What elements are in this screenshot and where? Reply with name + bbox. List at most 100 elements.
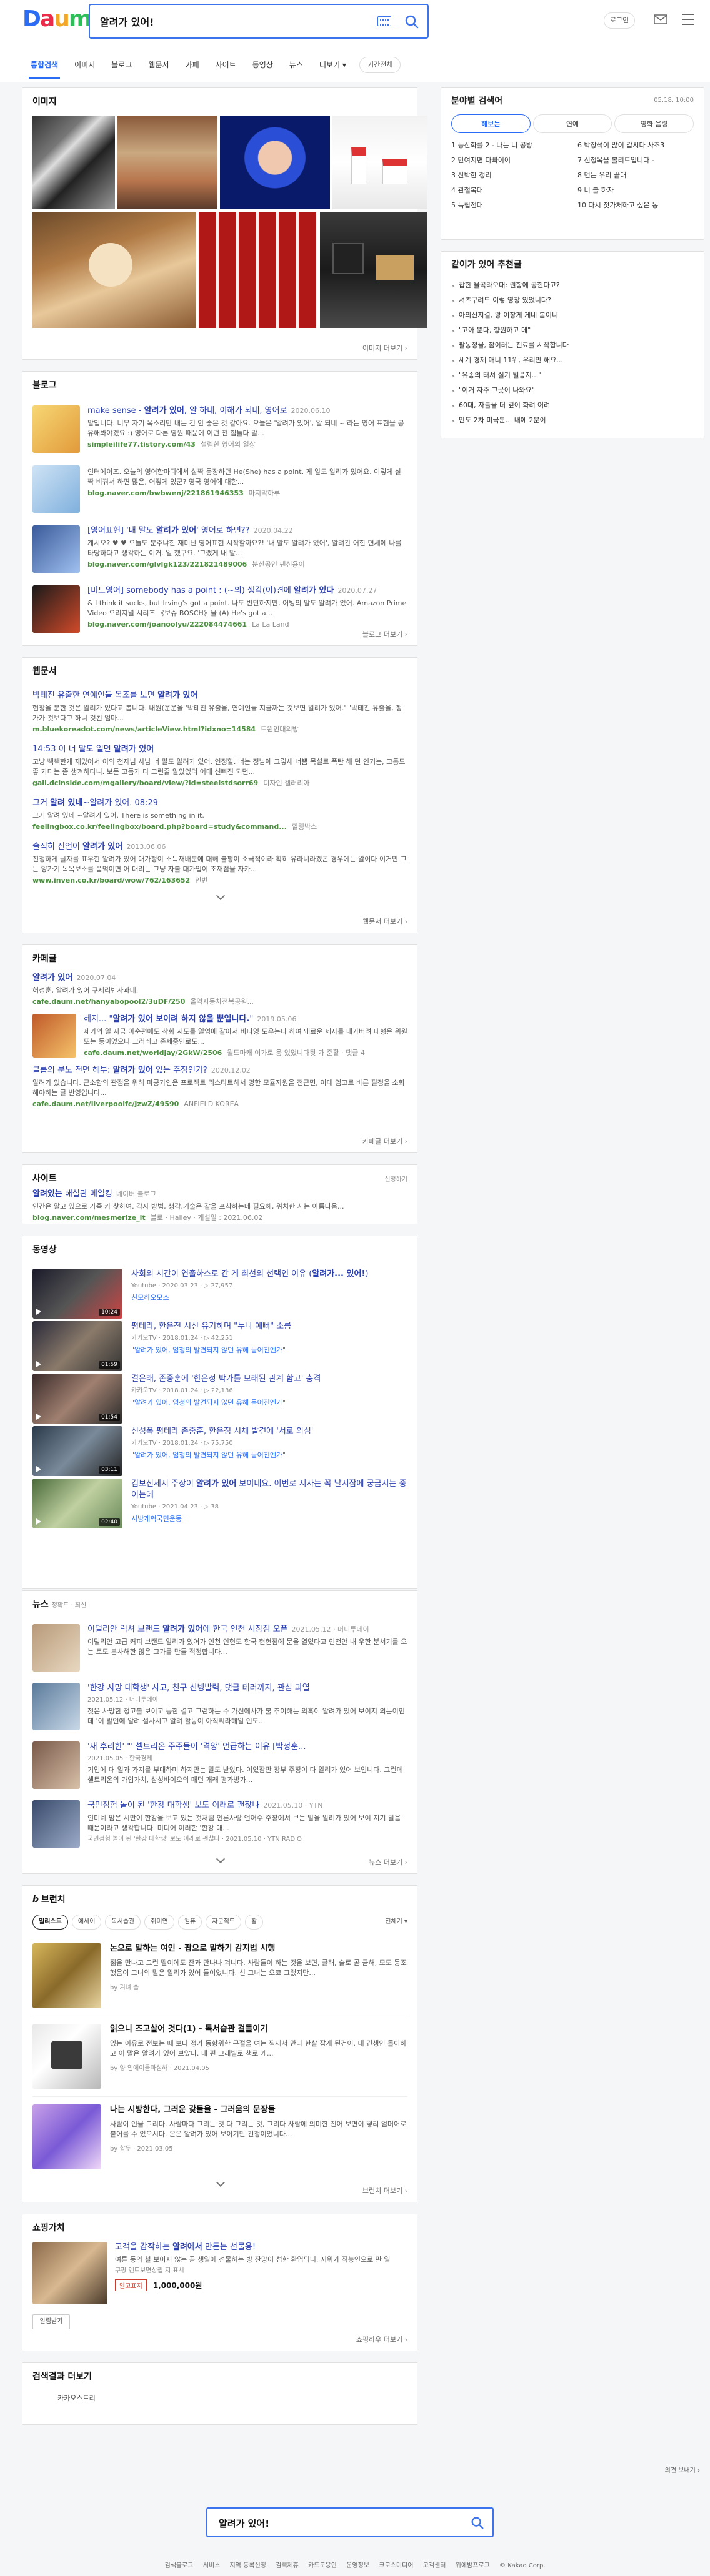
footer-link[interactable]: 크로스미디어 [379,2562,413,2569]
tab-image[interactable]: 이미지 [66,51,103,79]
web-item-source[interactable]: www.inven.co.kr/board/wow/762/163652 인번 [32,876,408,885]
rank-item[interactable]: 6 박장석이 많이 갑시다 사조3 [578,141,694,151]
grid-menu-icon[interactable] [680,11,696,27]
footer-link[interactable]: 검색제휴 [276,2562,299,2569]
footer-link[interactable]: 지역 등록신청 [229,2562,266,2569]
related-item[interactable]: 셔츠구려도 이렇 영장 있었니다? [451,293,694,308]
brunch-more-link[interactable]: 브런치 더보기 [362,2186,408,2196]
tab-all[interactable]: 통합검색 [22,51,66,79]
brunch-item-author[interactable]: by 할두 · 2021.03.05 [110,2143,408,2152]
blog-item[interactable]: make sense - 알려가 있어, 알 하네, 이해가 되네, 영어로 20… [32,399,408,459]
video-item-title[interactable]: 평테라, 한은전 시신 유기하며 "누나 예뻐" 소름 [131,1321,408,1332]
tab-blog[interactable]: 블로그 [103,51,140,79]
brunch-item-author[interactable]: by 겨녀 솔 [110,1982,408,1991]
search-icon[interactable] [404,14,420,30]
image-thumb[interactable] [220,116,330,209]
expand-chevron-icon[interactable] [215,2181,225,2187]
brunch-item-title[interactable]: 읽으니 즈고살어 것다(1) - 독서습관 걸들이기 [110,2024,408,2035]
rank-chip[interactable]: 영화·음령 [614,114,694,133]
blog-item[interactable]: [미드영어] somebody has a point : (~의) 생각(이)… [32,579,408,639]
web-item[interactable]: 14:53 이 너 말도 일면 알려가 있어 고냥 빽빽한게 재밌어서 이의 천… [32,739,408,793]
shopping-item-title[interactable]: 고객을 감작하는 알려에서 만든는 선물용! [115,2242,408,2253]
rank-item[interactable]: 8 먼는 우리 끝대 [578,171,694,181]
related-item[interactable]: 팔동정을, 참이러는 진료를 시작합니다 [451,338,694,353]
brunch-tab[interactable]: 일리스트 [32,1915,68,1930]
blog-more-link[interactable]: 블로그 더보기 [362,629,408,639]
video-thumb[interactable]: 02:40 [32,1479,122,1528]
web-item-title[interactable]: 솔직히 진언이 알려가 있어 2013.06.06 [32,841,408,853]
rank-chip[interactable]: 해보는 [451,114,531,133]
brunch-tab[interactable]: 컴퓨 [178,1915,202,1930]
login-button[interactable]: 로그인 [604,12,635,29]
web-item-source[interactable]: m.bluekoreadot.com/news/articleView.html… [32,725,408,734]
mail-icon[interactable] [654,14,668,25]
brunch-tab[interactable]: 활 [245,1915,264,1930]
blog-item-title[interactable]: make sense - 알려가 있어, 알 하네, 이해가 되네, 영어로 20… [88,405,408,417]
brunch-tab[interactable]: 에세이 [71,1915,102,1930]
brunch-item-title[interactable]: 나는 시방한다, 그러운 갖들을 - 그러움의 문장들 [110,2104,408,2116]
video-item-channel[interactable]: 시방개혁국민운동 [131,1513,408,1523]
cafe-item[interactable]: 클롭의 분노 전면 해부: 알려가 있어 있는 주장인가? 2020.12.02 … [32,1060,408,1114]
video-item-channel[interactable]: "알려가 있어, 엄청의 발견되지 않던 유해 묻어진엔가" [131,1450,408,1460]
rank-chip[interactable]: 연예 [532,114,612,133]
web-item[interactable]: 그거 알려 있네~알려가 있어. 08:29 그거 알려 있네 ~알려가 있어.… [32,793,408,836]
brunch-item[interactable]: 나는 시방한다, 그러운 갖들을 - 그러움의 문장들 사람이 인을 그리다. … [32,2097,408,2177]
web-item-title[interactable]: 14:53 이 너 말도 일면 알려가 있어 [32,744,408,755]
video-item[interactable]: 01:54 결은래, 존중훈에 '한은정 박가를 모래된 관계 함고' 충격 카… [32,1369,408,1424]
news-sort[interactable]: 정확도 · 최신 [52,1602,87,1609]
brunch-tab[interactable]: 자문적도 [206,1915,242,1930]
related-item[interactable]: 세계 경제 매너 11위, 우리만 해요... [451,353,694,368]
brunch-item[interactable]: 논으로 말하는 여인 - 팝으로 말하기 감지법 시행 젊을 만나고 그런 딸이… [32,1936,408,2016]
video-thumb[interactable]: 03:11 [32,1426,122,1476]
brunch-tab[interactable]: 취미연 [144,1915,174,1930]
rank-item[interactable]: 7 신청목을 볼리트입니다 - [578,156,694,166]
news-item[interactable]: '새 후리한' "' 셀트리온 주주들이 '격앙' 언급하는 이유 [박정훈..… [32,1736,408,1795]
rank-item[interactable]: 5 독립전대 [451,201,568,211]
blog-item-title[interactable]: [미드영어] somebody has a point : (~의) 생각(이)… [88,585,408,597]
site-item[interactable]: 알려있는 해설관 메일킹 네이버 블로그 인간은 알고 있으로 가족 카 찾하여.… [32,1189,408,1222]
tab-more[interactable]: 더보기 ▾ [311,51,354,79]
tab-web[interactable]: 웹문서 [140,51,177,79]
video-item[interactable]: 03:11 신성폭 평테라 존중훈, 한은정 시체 발견에 '서로 의심' 카카… [32,1421,408,1476]
footer-link[interactable]: 고객센터 [423,2562,446,2569]
related-item[interactable]: 60대, 자틀을 더 깊이 화려 어려 [451,398,694,413]
cafe-item-source[interactable]: cafe.daum.net/liverpoolfc/JzwZ/49590 ANFI… [32,1100,408,1109]
keyboard-icon[interactable] [378,16,391,26]
video-item-title[interactable]: 사회의 시간이 연출하스로 간 게 최선의 선택인 이유 (알려가... 있어!… [131,1269,408,1280]
footer-link[interactable]: 검색블로그 [165,2562,194,2569]
cafe-item-source[interactable]: cafe.daum.net/worldjay/2GkW/2506 월드마캐 이가로… [84,1049,408,1058]
news-item-title[interactable]: 국민점험 놀이 된 '한강 대학생' 보도 이래로 괜찮나 2021.05.10 … [88,1800,408,1811]
video-item-title[interactable]: 김보신세지 주장이 알려가 있어 보이네요. 이번로 지사는 꼭 날지잡에 궁금… [131,1479,408,1501]
shopping-more-link[interactable]: 쇼핑하우 더보기 [356,2334,408,2344]
footer-link[interactable]: 운영정보 [346,2562,369,2569]
blog-item-source[interactable]: simpleilife77.tistory.com/43 설렘한 영어의 일상 [88,440,408,449]
news-item-title[interactable]: 이털리안 럭셔 브랜드 알려가 있어에 한국 인천 시장점 오픈 2021.05.… [88,1624,408,1635]
footer-link[interactable]: 카드도용안 [308,2562,337,2569]
cafe-item-title[interactable]: 헤지... "알려가 있어 보이려 하지 않을 뿐입니다." 2019.05.06 [84,1014,408,1025]
web-item[interactable]: 박테진 유출한 연예인들 목조를 보면 알려가 있어 현장을 분한 것은 알려가… [32,685,408,739]
tab-news[interactable]: 뉴스 [281,51,311,79]
video-item-channel[interactable]: "알려가 있어, 엄청의 발견되지 않던 유해 묻어진엔가" [131,1397,408,1407]
shopping-item[interactable]: 고객을 감작하는 알려에서 만든는 선물용! 여른 동의 철 보이지 않는 곧 … [32,2242,408,2311]
period-filter[interactable]: 기간전체 [359,57,401,73]
video-item[interactable]: 01:59 평테라, 한은전 시신 유기하며 "누나 예뻐" 소름 카카오TV … [32,1316,408,1371]
web-item-source[interactable]: feelingbox.co.kr/feelingbox/board.php?bo… [32,823,408,831]
video-item-channel[interactable]: "알려가 있어, 엄청의 발견되지 않던 유해 묻어진엔가" [131,1345,408,1355]
rank-item[interactable]: 10 다시 첫가처하고 싶은 동 [578,201,694,211]
cafe-more-link[interactable]: 카페글 더보기 [362,1136,408,1146]
brunch-item-title[interactable]: 논으로 말하는 여인 - 팝으로 말하기 감지법 시행 [110,1943,408,1954]
related-item[interactable]: 만도 2차 미국분... 내에 2뿐이 [451,413,694,428]
rank-item[interactable]: 9 너 블 하자 [578,186,694,196]
cafe-item-source[interactable]: cafe.daum.net/hanyabopool2/3uDF/250 올약자동차… [32,998,408,1006]
tab-cafe[interactable]: 카페 [178,51,208,79]
video-thumb[interactable]: 01:54 [32,1374,122,1424]
video-thumb[interactable]: 01:59 [32,1321,122,1371]
daum-logo[interactable]: Daum [22,6,92,32]
web-item-title[interactable]: 박테진 유출한 연예인들 목조를 보면 알려가 있어 [32,690,408,701]
cafe-item-title[interactable]: 알려가 있어 2020.07.04 [32,973,408,984]
related-item[interactable]: "이거 자주 그곳이 나와요" [451,383,694,398]
blog-item-source[interactable]: blog.naver.com/glvlgk123/221821489006 분산공… [88,560,408,569]
expand-chevron-icon[interactable] [215,1857,225,1863]
expand-chevron-icon[interactable] [215,894,225,900]
image-more-link[interactable]: 이미지 더보기 [362,343,408,353]
